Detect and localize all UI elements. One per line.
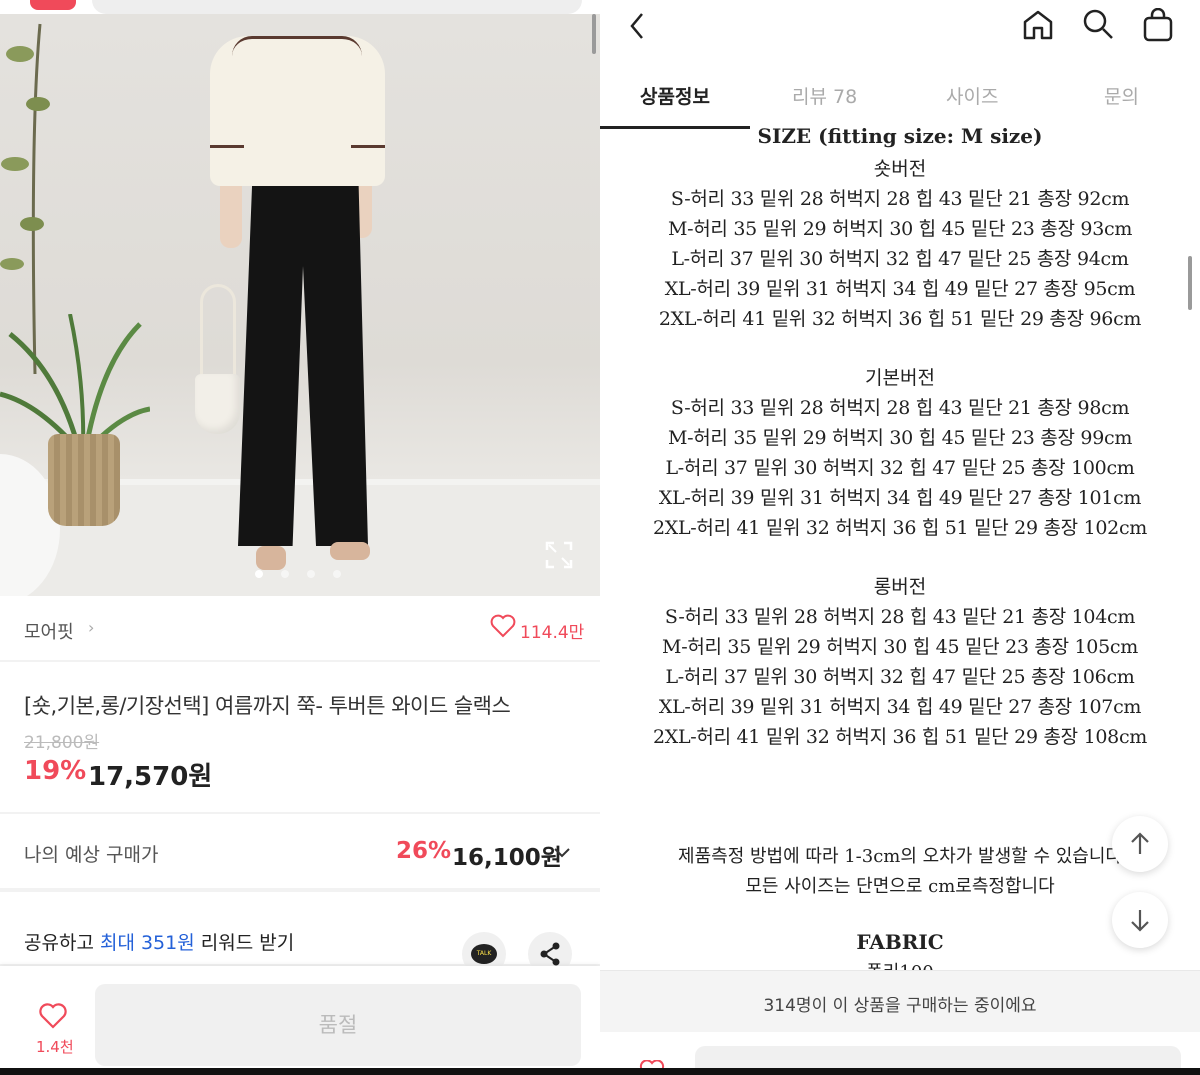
basket-pot (48, 434, 120, 526)
original-price: 21,800원 (24, 733, 100, 753)
size-line: M-허리 35 밑위 29 허벅지 30 힙 45 밑단 23 총장 99cm (667, 427, 1133, 449)
scroll-top-button[interactable] (1112, 816, 1168, 872)
size-detail-content: SIZE (fitting size: M size) 숏버전 S-허리 33 … (600, 122, 1200, 970)
size-line: S-허리 33 밑위 28 허벅지 28 힙 43 밑단 21 총장 98cm (670, 397, 1130, 419)
handbag (195, 374, 240, 434)
size-line: S-허리 33 밑위 28 허벅지 28 힙 43 밑단 21 총장 92cm (670, 188, 1130, 210)
tab-size[interactable]: 사이즈 (946, 82, 998, 109)
chevron-right-icon[interactable]: › (88, 618, 94, 637)
bottom-action-bar: 1.4천 품절 (0, 966, 600, 1075)
scroll-bottom-button[interactable] (1112, 892, 1168, 948)
product-image[interactable] (0, 14, 600, 596)
back-arrow-icon[interactable] (624, 8, 650, 44)
buyers-notice: 314명이 이 상품을 구매하는 중이에요 (600, 970, 1200, 1032)
wish-count: 1.4천 (36, 1038, 74, 1056)
expected-price-label: 나의 예상 구매가 (24, 844, 159, 866)
plant-decor (0, 314, 150, 454)
tab-reviews[interactable]: 리뷰 78 (792, 82, 857, 109)
search-icon[interactable] (1080, 6, 1116, 42)
brand-row: 모어핏 › 114.4만 (0, 596, 600, 660)
measurement-note: 제품측정 방법에 따라 1-3cm의 오차가 발생할 수 있습니다 (678, 846, 1122, 867)
product-title: [숏,기본,롱/기장선택] 여름까지 쭉- 투버튼 와이드 슬랙스 (24, 694, 511, 718)
scrollbar[interactable] (1188, 256, 1192, 310)
product-panel: 모어핏 › 114.4만 [숏,기본,롱/기장선택] 여름까지 쭉- 투버튼 와… (0, 0, 600, 1075)
section-title: 롱버전 (873, 576, 927, 598)
pagination-dot[interactable] (333, 570, 341, 578)
arrow-up-icon (1131, 832, 1149, 854)
arrow-down-icon (1131, 910, 1149, 932)
expand-icon[interactable] (544, 540, 574, 570)
size-line: XL-허리 39 밑위 31 허벅지 34 힙 49 밑단 27 총장 107c… (658, 696, 1142, 718)
top-bar-stub (0, 0, 600, 14)
size-line: M-허리 35 밑위 29 허벅지 30 힙 45 밑단 23 총장 93cm (667, 218, 1133, 240)
tab-product-info[interactable]: 상품정보 (640, 82, 710, 109)
measurement-note: 모든 사이즈는 단면으로 cm로측정합니다 (745, 876, 1055, 897)
expected-price-row[interactable]: 나의 예상 구매가 26% 16,100원 (0, 814, 600, 888)
size-line: 2XL-허리 41 밑위 32 허벅지 36 힙 51 밑단 29 총장 108… (652, 726, 1148, 748)
fabric-title: FABRIC (856, 930, 944, 954)
size-line: M-허리 35 밑위 29 허벅지 30 힙 45 밑단 23 총장 105cm (662, 636, 1138, 658)
section-title: 숏버전 (873, 158, 927, 180)
pagination-dot[interactable] (255, 570, 263, 578)
brand-name[interactable]: 모어핏 (24, 618, 74, 644)
size-title: SIZE (fitting size: M size) (757, 124, 1043, 148)
share-reward-row: 공유하고 최대 351원 리워드 받기 TALK (0, 892, 600, 976)
kakao-talk-icon: TALK (471, 944, 497, 964)
screen-edge (0, 1068, 1200, 1075)
size-line: L-허리 37 밑위 30 허벅지 32 힙 47 밑단 25 총장 106cm (665, 666, 1135, 688)
heart-icon[interactable] (490, 614, 516, 638)
detail-tabs: 상품정보 리뷰 78 사이즈 문의 (600, 64, 1200, 130)
expected-price: 16,100원 (452, 845, 562, 871)
fabric-composition: 폴리100 (600, 958, 1200, 970)
sale-price: 17,570원 (88, 762, 213, 792)
soldout-button[interactable]: 품절 (95, 984, 581, 1066)
size-line: S-허리 33 밑위 28 허벅지 28 힙 43 밑단 21 총장 104cm (664, 606, 1136, 628)
size-line: XL-허리 39 밑위 31 허벅지 34 힙 49 밑단 27 총장 101c… (658, 487, 1142, 509)
home-icon[interactable] (1020, 8, 1056, 42)
top-badge (30, 0, 76, 10)
reward-amount: 최대 351원 (99, 932, 195, 954)
size-line: L-허리 37 밑위 30 허벅지 32 힙 47 밑단 25 총장 100cm (665, 457, 1135, 479)
pagination-dot[interactable] (281, 570, 289, 578)
discount-rate: 19% (24, 756, 87, 786)
section-title: 기본버전 (865, 367, 935, 389)
top-search-pill[interactable] (92, 0, 582, 14)
size-line: XL-허리 39 밑위 31 허벅지 34 힙 49 밑단 27 총장 95cm (664, 278, 1136, 300)
tab-inquiry[interactable]: 문의 (1104, 82, 1139, 109)
buyers-count-text: 314명이 이 상품을 구매하는 중이에요 (763, 996, 1037, 1016)
scrollbar[interactable] (592, 14, 596, 54)
product-info: [숏,기본,롱/기장선택] 여름까지 쭉- 투버튼 와이드 슬랙스 21,800… (0, 662, 600, 812)
image-pagination-dots[interactable] (255, 570, 341, 578)
pagination-dot[interactable] (307, 570, 315, 578)
size-line: 2XL-허리 41 밑위 32 허벅지 36 힙 51 밑단 29 총장 102… (652, 517, 1148, 539)
heart-icon[interactable] (38, 1002, 68, 1030)
size-line: L-허리 37 밑위 30 허벅지 32 힙 47 밑단 25 총장 94cm (671, 248, 1129, 270)
size-line: 2XL-허리 41 밑위 32 허벅지 36 힙 51 밑단 29 총장 96c… (658, 308, 1142, 330)
chevron-down-icon[interactable] (552, 842, 572, 862)
like-count: 114.4만 (520, 623, 585, 643)
expected-discount: 26% (396, 838, 452, 864)
share-reward-text: 공유하고 최대 351원 리워드 받기 (24, 932, 295, 954)
shopping-bag-icon[interactable] (1140, 8, 1176, 42)
detail-panel: 상품정보 리뷰 78 사이즈 문의 SIZE (fitting size: M … (600, 0, 1200, 1075)
